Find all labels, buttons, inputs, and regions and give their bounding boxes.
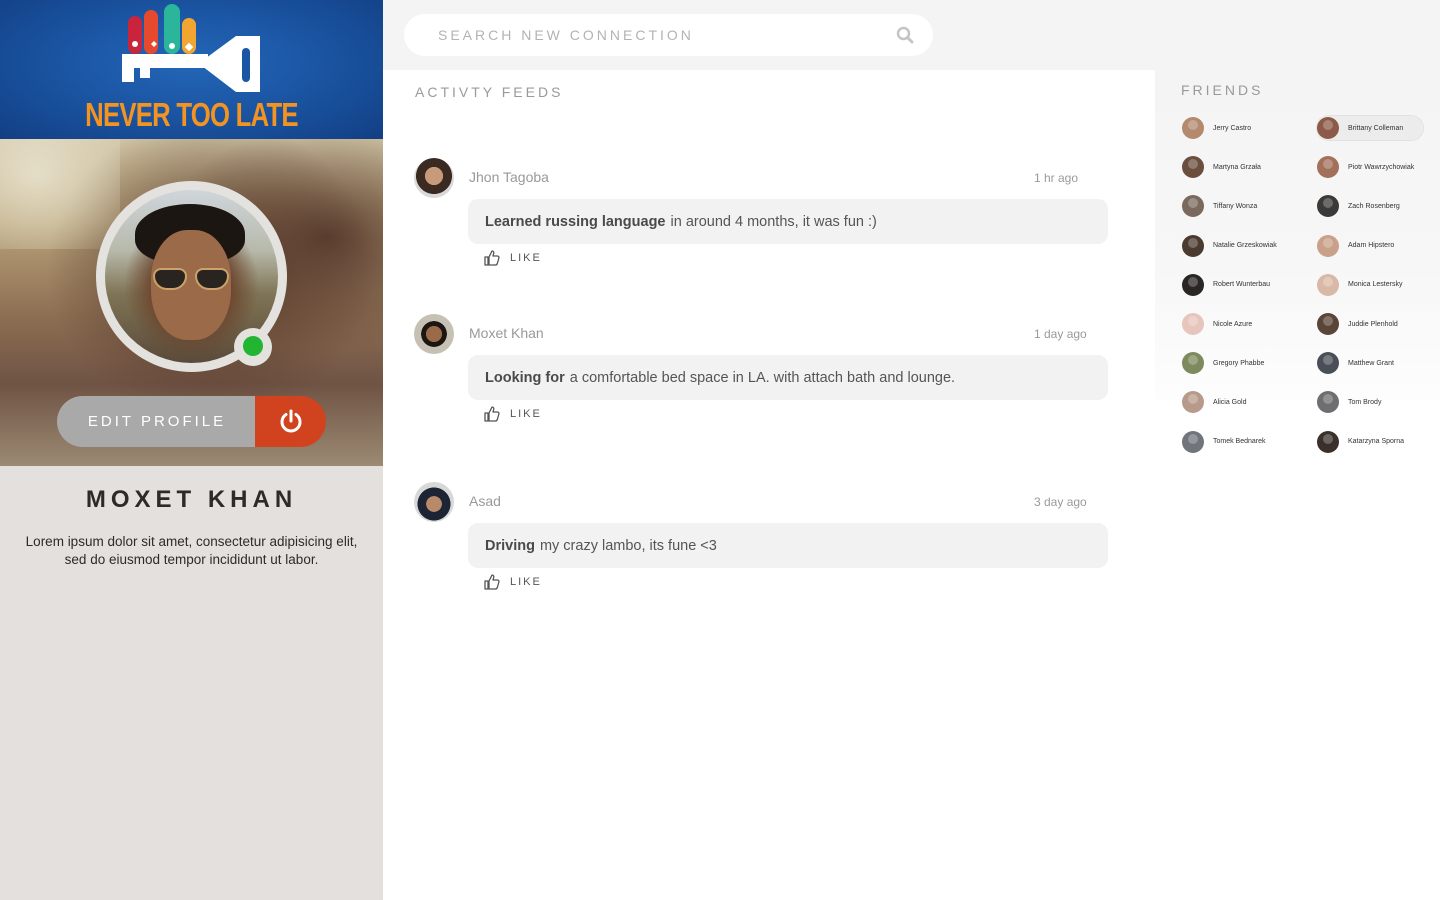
friend-name: Tom Brody — [1348, 398, 1382, 406]
post-text: in around 4 months, it was fun :) — [670, 213, 877, 230]
friend-name: Natalie Grzeskowiak — [1213, 242, 1277, 250]
post-content: Learned russing language in around 4 mon… — [468, 199, 1108, 244]
search-icon[interactable] — [896, 26, 914, 44]
post-timestamp: 1 hr ago — [1034, 171, 1079, 185]
friend-item[interactable]: Adam Hipstero — [1317, 234, 1394, 258]
key-logo-icon — [122, 4, 260, 92]
post-text: a comfortable bed space in LA. with atta… — [569, 369, 956, 386]
friend-name: Matthew Grant — [1348, 359, 1394, 367]
post-text: my crazy lambo, its fune <3 — [539, 537, 717, 554]
like-label: LIKE — [510, 408, 542, 420]
friend-avatar — [1317, 352, 1339, 375]
like-label: LIKE — [510, 252, 542, 264]
friend-avatar — [1317, 391, 1339, 414]
friend-avatar — [1182, 313, 1204, 335]
profile-bio: Lorem ipsum dolor sit amet, consectetur … — [25, 534, 358, 567]
post-timestamp: 3 day ago — [1034, 495, 1087, 509]
friend-name: Katarzyna Sporna — [1348, 438, 1405, 446]
post-author-name[interactable]: Jhon Tagoba — [469, 169, 549, 185]
like-button[interactable]: LIKE — [484, 250, 542, 266]
post-highlight: Driving — [485, 537, 535, 554]
friend-item[interactable]: Jerry Castro — [1182, 116, 1251, 140]
friend-item[interactable]: Alicia Gold — [1182, 390, 1246, 414]
thumbs-up-icon — [484, 406, 500, 422]
friend-avatar — [1182, 391, 1204, 414]
friend-item[interactable]: Monica Lestersky — [1317, 273, 1402, 297]
edit-profile-button[interactable]: EDIT PROFILE — [57, 396, 257, 447]
friend-item[interactable]: Natalie Grzeskowiak — [1182, 234, 1277, 258]
friend-item[interactable]: Matthew Grant — [1317, 351, 1394, 375]
friend-avatar — [1317, 195, 1339, 218]
online-status-indicator — [243, 336, 263, 356]
friend-name: Tomek Bednarek — [1213, 438, 1266, 446]
friend-item[interactable]: Juddie Plenhold — [1317, 312, 1398, 336]
friend-name: Martyna Grzała — [1213, 163, 1261, 171]
post-highlight: Looking for — [485, 369, 565, 386]
friend-item[interactable]: Tiffany Wonza — [1182, 194, 1257, 218]
thumbs-up-icon — [484, 250, 500, 266]
post-author-avatar[interactable] — [414, 158, 454, 198]
post-author-name[interactable]: Asad — [469, 493, 501, 509]
power-icon — [280, 409, 301, 432]
brand-logo-text: NEVER TOO LATE — [85, 96, 298, 133]
friend-avatar — [1317, 234, 1339, 257]
logout-button[interactable] — [255, 396, 326, 447]
friend-name: Alicia Gold — [1213, 398, 1247, 406]
friend-item[interactable]: Nicole Azure — [1182, 312, 1252, 336]
avatar-sunglasses — [153, 268, 231, 290]
post-author-avatar[interactable] — [414, 314, 454, 354]
friend-item[interactable]: Robert Wunterbau — [1182, 273, 1270, 297]
profile-sidebar: NEVER TOO LATE EDIT PROFILE MOXET KHAN L… — [0, 0, 383, 900]
friend-avatar — [1182, 430, 1204, 453]
friend-name: Zach Rosenberg — [1348, 202, 1400, 210]
post-highlight: Learned russing language — [485, 213, 666, 230]
search-input[interactable] — [438, 27, 878, 43]
friend-avatar — [1182, 117, 1204, 139]
cover-photo-blur — [0, 139, 120, 249]
friends-title: FRIENDS — [1181, 82, 1264, 98]
friend-avatar — [1317, 430, 1339, 453]
like-button[interactable]: LIKE — [484, 574, 542, 590]
friend-name: Robert Wunterbau — [1213, 281, 1271, 289]
friend-avatar — [1317, 273, 1339, 296]
friend-item[interactable]: Zach Rosenberg — [1317, 194, 1400, 218]
friend-item[interactable]: Gregory Phabbe — [1182, 351, 1264, 375]
friend-name: Gregory Phabbe — [1213, 359, 1265, 367]
friend-name: Jerry Castro — [1213, 124, 1252, 132]
friend-avatar — [1182, 156, 1204, 179]
friend-item[interactable]: Tom Brody — [1317, 390, 1381, 414]
post-author-avatar[interactable] — [414, 482, 454, 522]
friend-item[interactable]: Brittany Colleman — [1317, 116, 1424, 140]
friend-item[interactable]: Martyna Grzała — [1182, 155, 1261, 179]
friend-avatar — [1182, 352, 1204, 375]
thumbs-up-icon — [484, 574, 500, 590]
friend-name: Juddie Plenhold — [1348, 320, 1398, 328]
profile-name: MOXET KHAN — [85, 486, 298, 513]
friend-avatar — [1182, 273, 1204, 296]
friend-item[interactable]: Katarzyna Sporna — [1317, 430, 1404, 454]
friend-name: Adam Hipstero — [1348, 242, 1395, 250]
friend-name: Tiffany Wonza — [1213, 202, 1258, 210]
friend-name: Piotr Wawrzychowiak — [1348, 163, 1415, 171]
post-content: Looking for a comfortable bed space in L… — [468, 355, 1108, 400]
friend-name: Monica Lestersky — [1348, 281, 1403, 289]
friend-item[interactable]: Piotr Wawrzychowiak — [1317, 155, 1414, 179]
friend-avatar — [1317, 313, 1339, 335]
friend-avatar — [1182, 195, 1204, 218]
post-content: Driving my crazy lambo, its fune <3 — [468, 523, 1108, 568]
friend-avatar — [1182, 234, 1204, 257]
post-timestamp: 1 day ago — [1034, 327, 1087, 341]
search-bar[interactable] — [404, 14, 933, 56]
friend-avatar — [1317, 117, 1339, 139]
like-button[interactable]: LIKE — [484, 406, 542, 422]
like-label: LIKE — [510, 576, 542, 588]
feed-title: ACTIVTY FEEDS — [415, 84, 564, 100]
brand-header: NEVER TOO LATE — [0, 0, 383, 139]
friend-avatar — [1317, 156, 1339, 179]
friend-item[interactable]: Tomek Bednarek — [1182, 430, 1266, 454]
post-author-name[interactable]: Moxet Khan — [469, 325, 544, 341]
friend-name: Brittany Colleman — [1348, 124, 1404, 132]
friend-name: Nicole Azure — [1213, 320, 1253, 328]
